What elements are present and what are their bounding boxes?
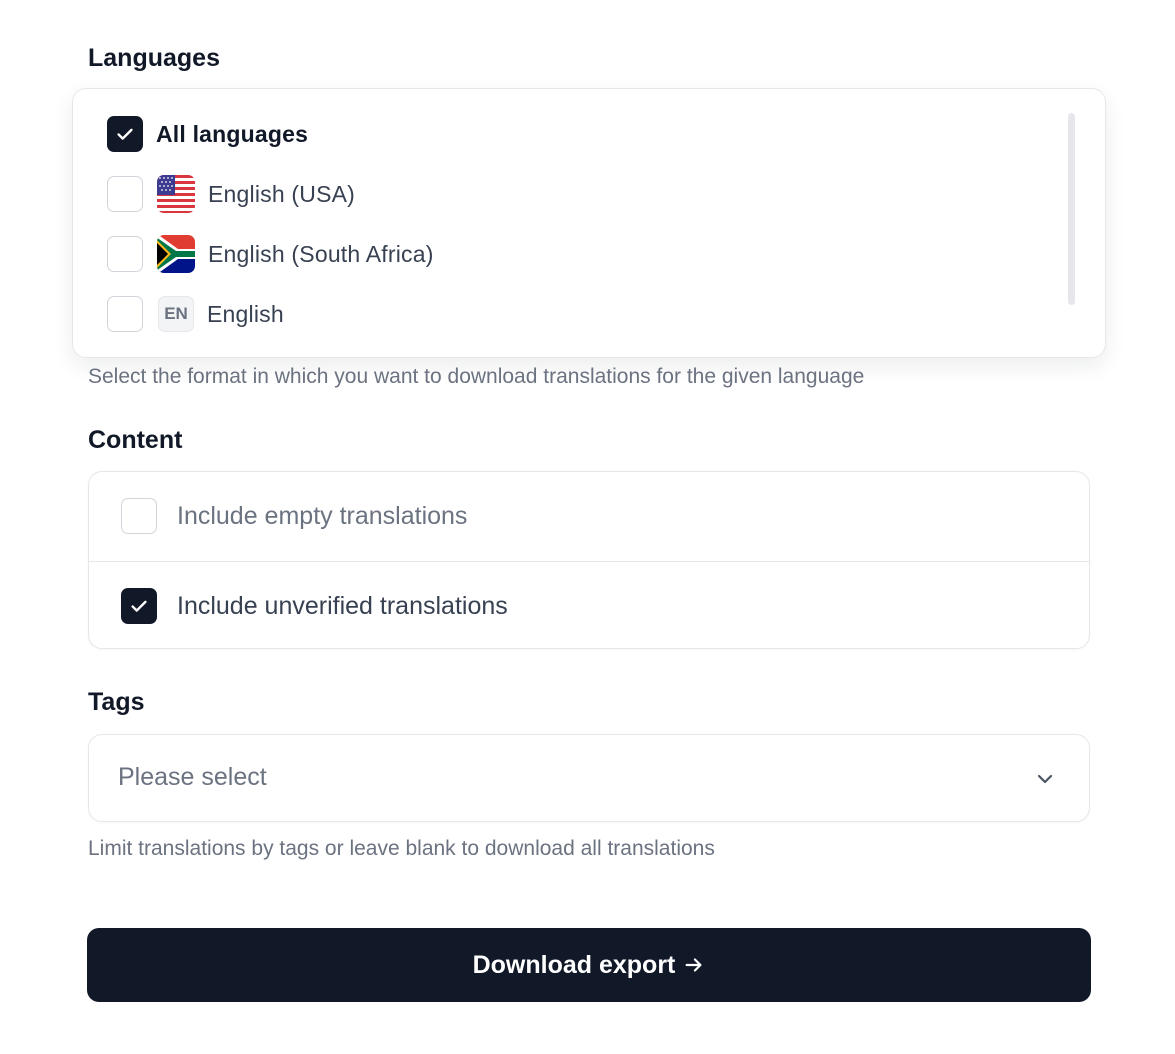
content-option-unverified[interactable]: Include unverified translations [121,587,508,625]
checkbox-en[interactable] [107,296,143,332]
languages-hint: Select the format in which you want to d… [88,365,865,388]
tags-select-placeholder: Please select [118,763,267,791]
languages-label: Languages [88,44,220,72]
content-option-label: Include empty translations [177,501,468,530]
checkbox-include-unverified[interactable] [121,588,157,624]
language-option-all[interactable]: All languages [107,115,308,153]
language-option-en-za[interactable]: English (South Africa) [107,235,434,273]
content-label: Content [88,426,183,454]
check-icon [117,128,133,140]
tags-label: Tags [88,688,145,716]
language-option-en-us[interactable]: English (USA) [107,175,355,213]
chevron-down-icon [1037,774,1053,784]
language-option-label: All languages [156,120,309,147]
tags-hint: Limit translations by tags or leave blan… [88,837,715,860]
language-option-en[interactable]: EN English [107,295,284,333]
tags-select[interactable]: Please select [88,734,1090,822]
divider [89,561,1089,562]
language-option-label: English (South Africa) [208,240,434,267]
za-flag-icon [157,235,195,273]
checkbox-include-empty[interactable] [121,498,157,534]
language-code-badge: EN [158,296,194,332]
content-option-label: Include unverified translations [177,591,508,620]
check-icon [131,600,147,612]
content-options-card: Include empty translations Include unver… [88,471,1090,649]
language-option-label: English [207,300,284,327]
languages-dropdown[interactable]: All languages English (USA) English (Sou… [72,88,1106,358]
content-option-empty[interactable]: Include empty translations [121,497,467,535]
us-flag-icon [157,175,195,213]
download-export-label: Download export [472,950,676,979]
arrow-right-icon [685,958,702,972]
checkbox-en-us[interactable] [107,176,143,212]
checkbox-en-za[interactable] [107,236,143,272]
scrollbar[interactable] [1068,113,1075,305]
checkbox-all-languages[interactable] [107,116,143,152]
language-option-label: English (USA) [208,180,356,207]
download-export-button[interactable]: Download export [87,928,1091,1002]
